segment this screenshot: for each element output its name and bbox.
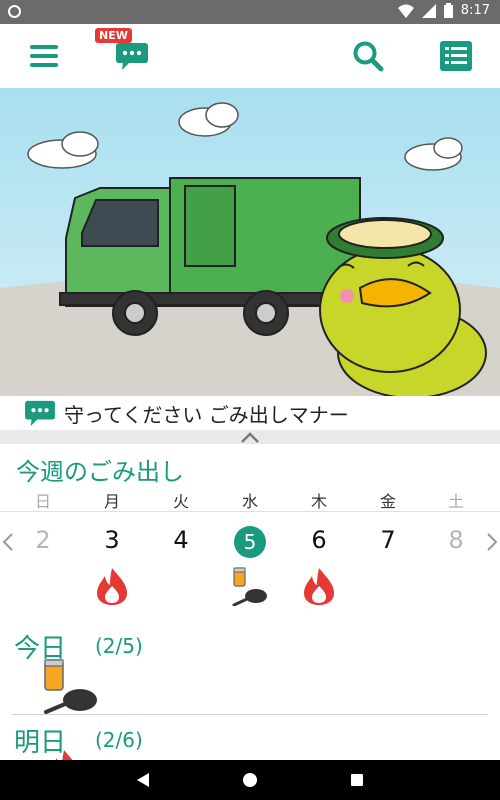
app-bar: NEW: [0, 24, 500, 88]
home-circle-icon: [243, 773, 257, 787]
back-button[interactable]: [113, 760, 173, 800]
list-icon: [440, 41, 472, 71]
weekday-sat: 土: [447, 492, 464, 511]
notice-text: 守ってください ごみ出しマナー: [64, 402, 349, 427]
date-cell[interactable]: 3: [77, 526, 147, 554]
search-button[interactable]: [340, 24, 396, 88]
burnable-fire-icon: [304, 568, 334, 605]
weekday-sun: 日: [34, 492, 51, 511]
collapse-handle[interactable]: [0, 430, 500, 444]
notice-banner[interactable]: 守ってください ごみ出しマナー: [0, 396, 500, 430]
search-icon: [353, 41, 384, 72]
tomorrow-date: (2/6): [95, 728, 143, 752]
status-bar: 8:17: [0, 0, 500, 24]
burnable-fire-icon: [97, 568, 127, 605]
today-card[interactable]: 今日 (2/5) 明日 (2/6): [0, 620, 500, 787]
clock-time: 8:17: [460, 3, 490, 18]
weekday-fri: 金: [379, 492, 396, 511]
list-button[interactable]: [428, 24, 484, 88]
weekday-tue: 火: [172, 492, 189, 511]
system-nav-bar: [0, 760, 500, 800]
cans-frying-pan-icon: [232, 567, 267, 606]
weekday-wed: 水: [241, 492, 258, 511]
menu-button[interactable]: [16, 24, 72, 88]
recents-button[interactable]: [327, 760, 387, 800]
back-triangle-icon: [137, 773, 149, 787]
date-cell[interactable]: 4: [146, 526, 216, 554]
chat-bubble-icon: [116, 43, 148, 70]
date-cell[interactable]: 2: [8, 526, 78, 554]
chevron-up-icon: [241, 432, 259, 443]
wifi-icon: [397, 4, 414, 18]
new-badge: NEW: [95, 28, 132, 43]
week-date-row: 2 3 4 5 6 7 8: [0, 518, 500, 614]
notification-dot-icon: [8, 5, 21, 18]
date-cell[interactable]: 7: [353, 526, 423, 554]
today-date: (2/5): [95, 634, 143, 658]
signal-icon: [421, 3, 436, 18]
garbage-truck-kappa-illustration: [0, 88, 500, 396]
date-cell[interactable]: 6: [284, 526, 354, 554]
date-cell[interactable]: 8: [421, 526, 491, 554]
battery-icon: [443, 3, 453, 18]
next-week-arrow-icon[interactable]: [484, 530, 500, 554]
date-cell-today[interactable]: 5: [215, 526, 285, 558]
hero-banner[interactable]: [0, 88, 500, 396]
cans-frying-pan-icon: [44, 659, 97, 714]
week-title: 今週のごみ出し: [16, 458, 184, 486]
weekday-thu: 木: [310, 492, 327, 511]
weekday-mon: 月: [103, 492, 120, 511]
hamburger-menu-icon: [30, 45, 58, 67]
recents-square-icon: [351, 774, 363, 786]
chat-bubble-icon: [25, 400, 55, 427]
day-cards: 今日 (2/5) 明日 (2/6): [0, 620, 500, 787]
home-button[interactable]: [220, 760, 280, 800]
card-divider: [12, 714, 488, 715]
weekday-header-row: 日 月 火 水 木 金 土: [0, 488, 500, 512]
